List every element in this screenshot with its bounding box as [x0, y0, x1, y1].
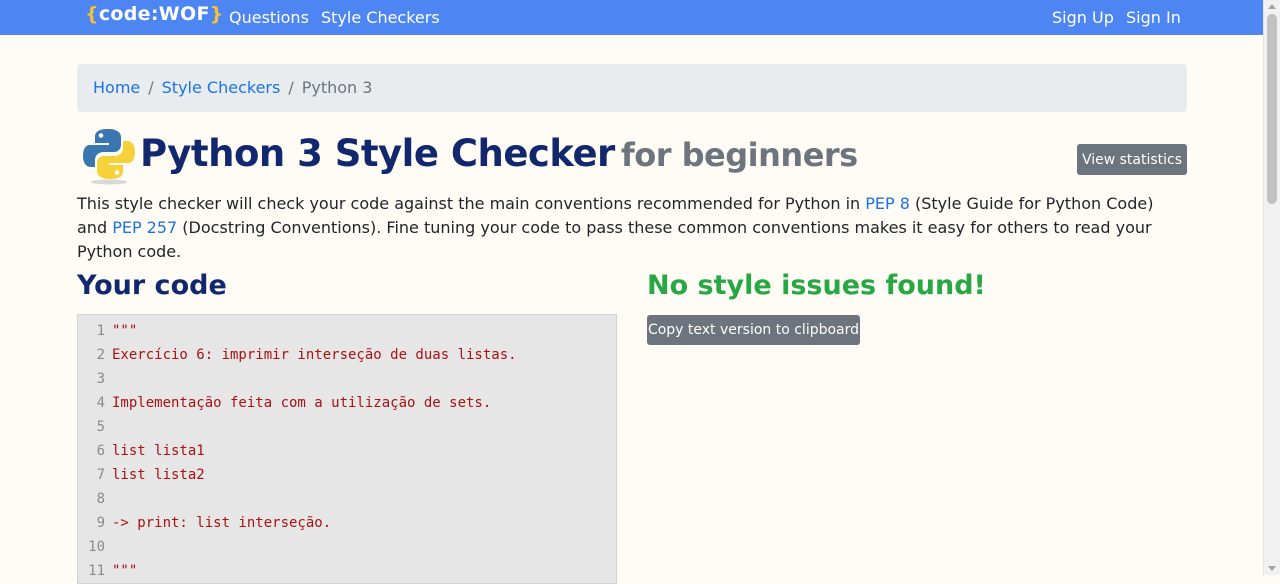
code-line: 4 Implementação feita com a utilização de…: [78, 391, 616, 415]
line-number: 9: [96, 515, 105, 531]
result-heading: No style issues found!: [647, 270, 986, 301]
line-number: 10: [88, 539, 105, 555]
scroll-up-arrow-icon[interactable]: [1268, 4, 1276, 9]
line-number: 4: [96, 395, 105, 411]
code-line: 3: [78, 367, 616, 391]
your-code-heading: Your code: [77, 270, 227, 301]
line-number: 11: [88, 563, 105, 579]
code-text: Implementação feita com a utilização de …: [112, 395, 492, 411]
code-line: 11 """: [78, 559, 616, 583]
code-line: 9 -> print: list interseção.: [78, 511, 616, 535]
pep8-link[interactable]: PEP 8: [865, 194, 910, 213]
code-line: 10: [78, 535, 616, 559]
code-editor[interactable]: 1 """ 2 Exercício 6: imprimir interseção d…: [77, 314, 617, 584]
line-number: 7: [96, 467, 105, 483]
code-line: 5: [78, 415, 616, 439]
sign-up-link[interactable]: Sign Up: [1052, 8, 1114, 27]
breadcrumb-separator: /: [148, 78, 154, 97]
copy-to-clipboard-button[interactable]: Copy text version to clipboard: [647, 315, 860, 345]
sign-in-link[interactable]: Sign In: [1126, 8, 1181, 27]
scrollbar-thumb[interactable]: [1267, 14, 1277, 204]
breadcrumb-current: Python 3: [301, 78, 373, 97]
breadcrumb: Home / Style Checkers / Python 3: [77, 64, 1187, 112]
code-text: """: [112, 323, 138, 339]
pep257-link[interactable]: PEP 257: [112, 218, 177, 237]
code-line: 6 list lista1: [78, 439, 616, 463]
line-number: 1: [96, 323, 105, 339]
breadcrumb-separator: /: [288, 78, 294, 97]
page-subtitle: for beginners: [620, 136, 858, 174]
line-number: 6: [96, 443, 105, 459]
view-statistics-button[interactable]: View statistics: [1077, 144, 1187, 175]
nav-style-checkers-link[interactable]: Style Checkers: [321, 8, 440, 27]
code-line: 1 """: [78, 319, 616, 343]
breadcrumb-home-link[interactable]: Home: [93, 78, 140, 97]
page-scrollbar[interactable]: [1263, 0, 1280, 575]
breadcrumb-style-checkers-link[interactable]: Style Checkers: [162, 78, 281, 97]
code-line: 2 Exercício 6: imprimir interseção de dua…: [78, 343, 616, 367]
code-line: 8: [78, 487, 616, 511]
line-number: 8: [96, 491, 105, 507]
code-text: list lista2: [112, 467, 205, 483]
codewof-logo[interactable]: {code:WOF}: [85, 3, 224, 25]
python-logo-icon: [83, 129, 135, 185]
code-text: -> print: list interseção.: [112, 515, 332, 531]
code-line: 7 list lista2: [78, 463, 616, 487]
code-text: list lista1: [112, 443, 205, 459]
line-number: 2: [96, 347, 105, 363]
intro-paragraph: This style checker will check your code …: [77, 194, 1154, 261]
top-navbar: {code:WOF} Questions Style Checkers Sign…: [0, 0, 1263, 35]
line-number: 3: [96, 371, 105, 387]
line-number: 5: [96, 419, 105, 435]
scroll-down-arrow-icon[interactable]: [1268, 566, 1276, 571]
page-title: Python 3 Style Checker for beginners: [140, 132, 858, 175]
code-text: Exercício 6: imprimir interseção de duas…: [112, 347, 517, 363]
code-text: """: [112, 563, 138, 579]
nav-questions-link[interactable]: Questions: [229, 8, 309, 27]
